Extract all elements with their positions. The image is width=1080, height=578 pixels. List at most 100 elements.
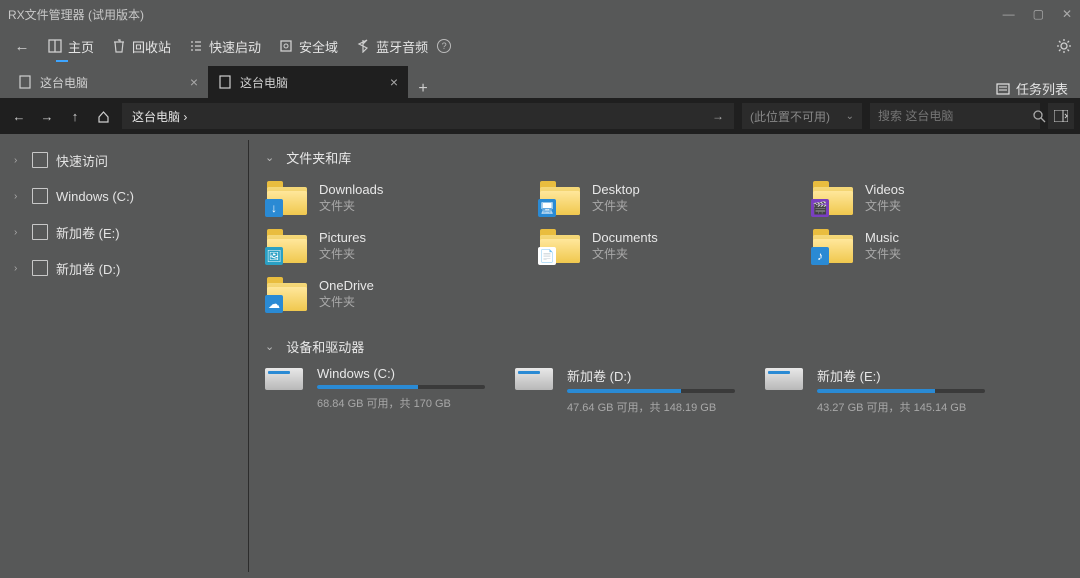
layout-toggle[interactable]	[1048, 103, 1074, 129]
chevron-down-icon: ⌄	[846, 111, 854, 122]
folder-type: 文件夹	[865, 245, 901, 262]
gear-icon	[1056, 38, 1072, 54]
folder-icon: 🎬	[813, 181, 853, 215]
tab-0-close[interactable]: ×	[190, 74, 198, 90]
menu-recycle-label: 回收站	[132, 37, 171, 56]
tab-1[interactable]: 这台电脑 ×	[208, 66, 408, 98]
nav-forward[interactable]: →	[34, 103, 60, 129]
drive-name: 新加卷 (E:)	[817, 366, 985, 385]
home-icon	[48, 39, 62, 53]
menu-quickstart-label: 快速启动	[209, 37, 261, 56]
drive-item[interactable]: 新加卷 (E:) 43.27 GB 可用，共 145.14 GB	[765, 366, 985, 415]
section-drives-header[interactable]: ⌄ 设备和驱动器	[265, 337, 1064, 356]
folder-icon	[32, 260, 48, 276]
menus: 主页 回收站 快速启动 安全域 蓝牙音频 ?	[48, 37, 451, 56]
folder-icon	[32, 152, 48, 168]
sidebar-item-label: 快速访问	[56, 151, 108, 170]
drive-bar	[317, 385, 485, 389]
drive-size: 47.64 GB 可用，共 148.19 GB	[567, 399, 735, 415]
nav-home[interactable]	[90, 103, 116, 129]
drive-bar	[817, 389, 985, 393]
window-controls: — ▢ ✕	[1003, 7, 1072, 21]
folder-name: Downloads	[319, 182, 383, 197]
main-toolbar: ← 主页 回收站 快速启动 安全域 蓝牙音频 ?	[0, 28, 1080, 64]
folder-icon: 🖼	[267, 229, 307, 263]
drive-name: Windows (C:)	[317, 366, 485, 381]
menu-home[interactable]: 主页	[48, 37, 94, 56]
menu-home-label: 主页	[68, 37, 94, 56]
drive-item[interactable]: Windows (C:) 68.84 GB 可用，共 170 GB	[265, 366, 485, 415]
back-button[interactable]: ←	[8, 38, 36, 55]
tabs-row: 这台电脑 × 这台电脑 × + 任务列表	[0, 64, 1080, 98]
folder-name: Videos	[865, 182, 905, 197]
folder-name: Music	[865, 230, 901, 245]
search-icon[interactable]	[1033, 110, 1046, 123]
drives-grid: Windows (C:) 68.84 GB 可用，共 170 GB 新加卷 (D:)…	[265, 366, 1064, 415]
address-path: 这台电脑 ›	[132, 108, 187, 125]
tab-1-close[interactable]: ×	[390, 74, 398, 90]
nav-back[interactable]: ←	[6, 103, 32, 129]
chevron-down-icon: ⌄	[265, 151, 274, 164]
folder-type: 文件夹	[319, 245, 366, 262]
close-button[interactable]: ✕	[1062, 7, 1072, 21]
sidebar-quick-access[interactable]: › 快速访问	[4, 142, 244, 178]
window-title: RX文件管理器 (试用版本)	[8, 6, 144, 23]
menu-quickstart[interactable]: 快速启动	[189, 37, 261, 56]
minimize-button[interactable]: —	[1003, 7, 1015, 21]
expand-icon[interactable]: ›	[14, 191, 24, 202]
expand-icon[interactable]: ›	[14, 227, 24, 238]
sidebar-drive-d[interactable]: ›新加卷 (D:)	[4, 250, 244, 286]
section-folders-header[interactable]: ⌄ 文件夹和库	[265, 148, 1064, 167]
bluetooth-icon	[356, 39, 370, 53]
folder-name: Desktop	[592, 182, 640, 197]
drive-size: 43.27 GB 可用，共 145.14 GB	[817, 399, 985, 415]
section-drives-title: 设备和驱动器	[286, 337, 364, 356]
menu-security[interactable]: 安全域	[279, 37, 338, 56]
menu-recycle[interactable]: 回收站	[112, 37, 171, 56]
folder-desktop[interactable]: 🖥Desktop文件夹	[538, 177, 791, 219]
folder-type: 文件夹	[319, 197, 383, 214]
search-box[interactable]	[870, 103, 1040, 129]
folder-type: 文件夹	[592, 197, 640, 214]
expand-icon[interactable]: ›	[14, 263, 24, 274]
folder-music[interactable]: ♪Music文件夹	[811, 225, 1064, 267]
task-list-button[interactable]: 任务列表	[996, 79, 1080, 98]
menu-bluetooth-label: 蓝牙音频	[376, 37, 428, 56]
folder-videos[interactable]: 🎬 Videos文件夹	[811, 177, 1064, 219]
address-bar[interactable]: 这台电脑 › →	[122, 103, 734, 129]
search-input[interactable]	[878, 109, 1033, 123]
drive-size: 68.84 GB 可用，共 170 GB	[317, 395, 485, 411]
menu-bluetooth[interactable]: 蓝牙音频 ?	[356, 37, 451, 56]
shield-icon	[279, 39, 293, 53]
location-combo[interactable]: (此位置不可用) ⌄	[742, 103, 862, 129]
device-icon	[18, 75, 32, 89]
chevron-down-icon: ⌄	[265, 340, 274, 353]
task-list-icon	[996, 82, 1010, 96]
tab-0-label: 这台电脑	[40, 74, 88, 91]
help-icon[interactable]: ?	[437, 39, 451, 53]
tab-add[interactable]: +	[408, 80, 438, 98]
folder-pictures[interactable]: 🖼Pictures文件夹	[265, 225, 518, 267]
drive-item[interactable]: 新加卷 (D:)47.64 GB 可用，共 148.19 GB	[515, 366, 735, 415]
location-combo-label: (此位置不可用)	[750, 108, 830, 125]
folders-grid: ↓Downloads文件夹🖥Desktop文件夹🎬Videos文件夹🖼Pictu…	[265, 177, 1064, 315]
folder-icon: ↓	[267, 181, 307, 215]
folder-icon	[32, 224, 48, 240]
drive-bar	[567, 389, 735, 393]
settings-button[interactable]	[1056, 38, 1072, 54]
list-icon	[189, 39, 203, 53]
folder-onedrive[interactable]: ☁OneDrive文件夹	[265, 273, 518, 315]
nav-up[interactable]: ↑	[62, 103, 88, 129]
sidebar-drive-c[interactable]: ›Windows (C:)	[4, 178, 244, 214]
maximize-button[interactable]: ▢	[1033, 7, 1044, 21]
sidebar: › 快速访问 ›Windows (C:) ›新加卷 (E:) ›新加卷 (D:)	[0, 134, 248, 578]
folder-downloads[interactable]: ↓ Downloads文件夹	[265, 177, 518, 219]
expand-icon[interactable]: ›	[14, 155, 24, 166]
drive-icon	[265, 368, 303, 390]
task-list-label: 任务列表	[1016, 79, 1068, 98]
sidebar-drive-e[interactable]: ›新加卷 (E:)	[4, 214, 244, 250]
go-icon[interactable]: →	[712, 109, 724, 123]
tab-0[interactable]: 这台电脑 ×	[8, 66, 208, 98]
folder-documents[interactable]: 📄Documents文件夹	[538, 225, 791, 267]
folder-type: 文件夹	[865, 197, 905, 214]
